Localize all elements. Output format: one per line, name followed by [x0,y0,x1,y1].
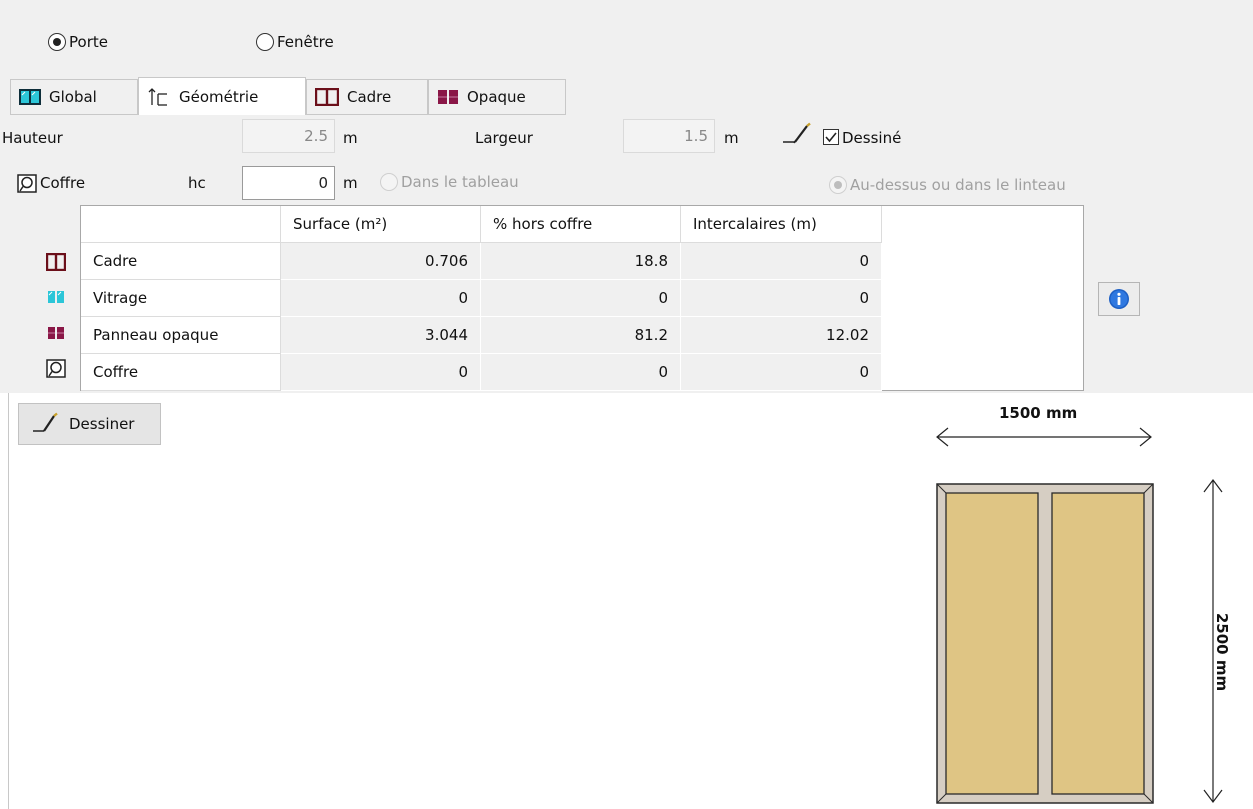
table-cell: 0 [681,354,882,391]
porte-radio-circle[interactable] [48,33,66,51]
results-table: Surface (m²) % hors coffre Intercalaires… [80,205,1084,391]
dimension-icon [147,87,171,107]
info-button[interactable] [1098,282,1140,316]
dans-tableau-radio-circle[interactable] [380,173,398,191]
fenetre-label: Fenêtre [277,33,334,51]
radio-selected-dot [53,38,61,46]
hc-unit: m [343,174,358,192]
checkmark-icon [825,132,837,143]
hc-label: hc [188,174,206,192]
frame-icon [315,88,339,106]
porte-radio[interactable]: Porte [48,33,108,51]
dans-tableau-label: Dans le tableau [401,173,519,191]
table-header-cell: Intercalaires (m) [681,206,882,243]
tab-cadre[interactable]: Cadre [306,79,428,114]
tab-geometrie[interactable]: Géométrie [138,77,306,115]
tab-opaque[interactable]: Opaque [428,79,566,114]
table-cell: 0 [281,354,481,391]
glazing-icon [19,89,41,105]
frame-icon [45,252,67,272]
au-dessus-radio-circle[interactable] [829,176,847,194]
table-row-name: Cadre [81,243,281,280]
hauteur-input[interactable]: 2.5 [242,119,335,153]
table-cell: 18.8 [481,243,681,280]
coffre-label: Coffre [40,174,86,192]
height-dimension-label: 2500 mm [1213,612,1231,692]
tab-geometrie-label: Géométrie [179,87,259,106]
table-cell: 0.706 [281,243,481,280]
canvas-left-border [8,393,9,809]
au-dessus-radio[interactable]: Au-dessus ou dans le linteau [829,176,1066,194]
table-cell: 0 [481,354,681,391]
table-cell: 0 [481,280,681,317]
table-header-cell [81,206,281,243]
info-icon [1109,289,1129,309]
table-row-name: Vitrage [81,280,281,317]
shutter-box-icon [17,174,37,197]
tab-cadre-label: Cadre [347,88,392,106]
table-cell: 81.2 [481,317,681,354]
hc-input[interactable]: 0 [242,166,335,200]
porte-label: Porte [69,33,108,51]
width-arrow-icon [936,427,1152,447]
table-row-name: Panneau opaque [81,317,281,354]
pencil-icon [31,412,61,436]
pencil-icon[interactable] [781,122,815,152]
door-drawing [936,483,1154,804]
table-cell: 0 [681,280,882,317]
table-cell: 3.044 [281,317,481,354]
table-cell: 0 [681,243,882,280]
radio-selected-dot [834,181,842,189]
fenetre-radio-circle[interactable] [256,33,274,51]
largeur-label: Largeur [475,129,533,147]
fenetre-radio[interactable]: Fenêtre [256,33,334,51]
table-header-cell: % hors coffre [481,206,681,243]
dessine-label: Dessiné [842,129,902,147]
table-header-cell: Surface (m²) [281,206,481,243]
dans-tableau-radio[interactable]: Dans le tableau [380,173,519,191]
tab-opaque-label: Opaque [467,88,526,106]
table-cell: 12.02 [681,317,882,354]
width-dimension-label: 1500 mm [999,404,1078,422]
opaque-panel-icon [46,325,66,343]
hauteur-unit: m [343,129,358,147]
opaque-panel-icon [437,89,459,105]
au-dessus-label: Au-dessus ou dans le linteau [850,176,1066,194]
shutter-box-icon [46,359,66,378]
largeur-unit: m [724,129,739,147]
largeur-input[interactable]: 1.5 [623,119,715,153]
dessiner-label: Dessiner [69,415,135,433]
glazing-icon [46,289,66,307]
dessine-checkbox[interactable] [823,129,839,145]
tab-global[interactable]: Global [10,79,138,114]
hauteur-label: Hauteur [2,129,63,147]
table-row-name: Coffre [81,354,281,391]
table-cell: 0 [281,280,481,317]
tab-global-label: Global [49,88,97,106]
dessiner-button[interactable]: Dessiner [18,403,161,445]
